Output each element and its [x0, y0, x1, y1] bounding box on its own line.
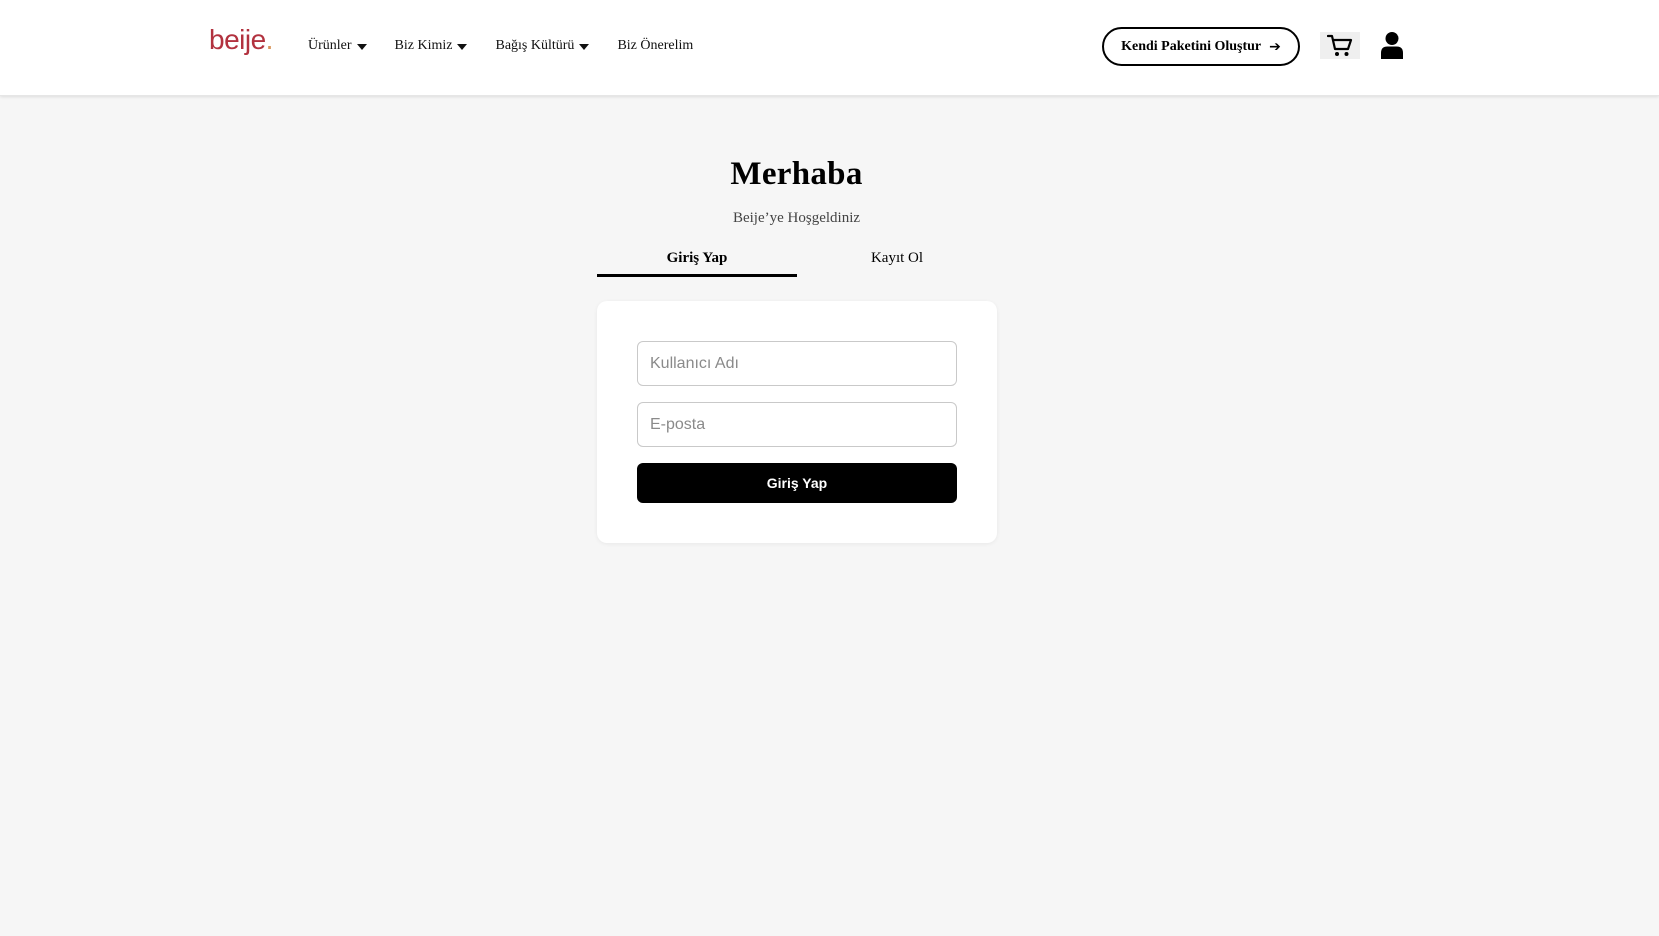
auth-tabs: Giriş Yap Kayıt Ol: [597, 244, 997, 277]
nav-item-label: Biz Önerelim: [617, 38, 694, 53]
caret-down-icon: [457, 43, 468, 50]
nav-item-products[interactable]: Ürünler: [308, 38, 367, 54]
nav-item-label: Bağış Kültürü: [495, 38, 575, 53]
caret-down-icon: [356, 43, 367, 50]
nav-item-label: Biz Kimiz: [394, 38, 453, 53]
arrow-right-icon: ➔: [1269, 38, 1281, 55]
login-submit-button[interactable]: Giriş Yap: [637, 463, 957, 503]
email-input[interactable]: [637, 402, 957, 447]
logo-text: beije: [209, 24, 266, 55]
login-page: Merhaba Beije’ye Hoşgeldiniz Giriş Yap K…: [0, 96, 1659, 936]
username-input[interactable]: [637, 341, 957, 386]
page-subtitle: Beije’ye Hoşgeldiniz: [732, 210, 861, 226]
user-icon: [1381, 32, 1403, 59]
logo-dot: .: [265, 24, 274, 55]
page-title: Merhaba: [730, 156, 863, 192]
tab-register[interactable]: Kayıt Ol: [797, 244, 997, 277]
nav-item-about[interactable]: Biz Kimiz: [395, 38, 468, 54]
build-package-button[interactable]: Kendi Paketini Oluştur ➔: [1102, 27, 1300, 66]
nav-item-donation[interactable]: Bağış Kültürü: [495, 38, 590, 54]
brand-logo[interactable]: beije.: [209, 26, 273, 54]
site-header: beije. Ürünler Biz Kimiz Bağış Kültürü B…: [0, 0, 1659, 96]
login-form-card: Giriş Yap: [597, 301, 997, 543]
cart-button[interactable]: [1320, 32, 1360, 59]
nav-item-recommend[interactable]: Biz Önerelim: [617, 38, 693, 54]
caret-down-icon: [579, 43, 590, 50]
tab-login[interactable]: Giriş Yap: [597, 244, 797, 277]
build-package-label: Kendi Paketini Oluştur: [1121, 38, 1262, 54]
main-nav: Ürünler Biz Kimiz Bağış Kültürü Biz Öner…: [308, 36, 721, 56]
nav-item-label: Ürünler: [308, 38, 352, 53]
user-account-button[interactable]: [1379, 30, 1405, 60]
shopping-cart-icon: [1327, 34, 1353, 56]
